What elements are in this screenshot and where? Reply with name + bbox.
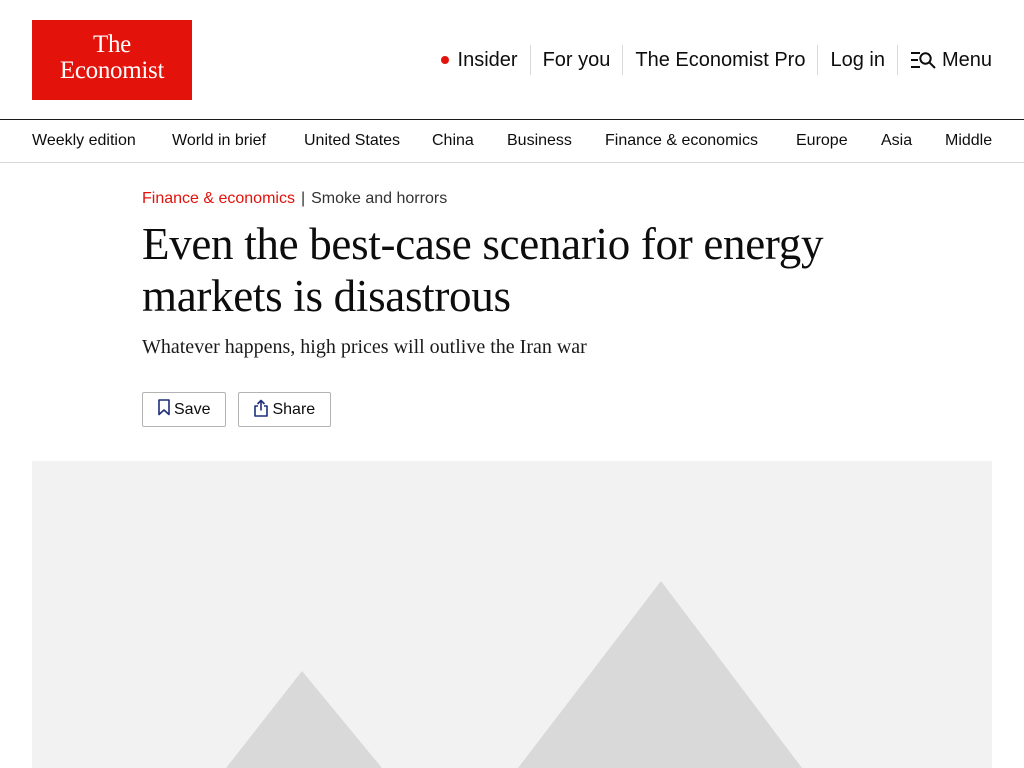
article-header: Finance & economics | Smoke and horrors Ev… — [142, 188, 842, 360]
for-you-link[interactable]: For you — [531, 44, 623, 76]
share-label: Share — [272, 400, 316, 418]
article-actions: Save Share — [142, 392, 343, 427]
logo-line-1: The — [93, 31, 131, 58]
rubric-separator: | — [300, 190, 306, 207]
save-label: Save — [174, 400, 211, 418]
menu-button[interactable]: Menu — [898, 44, 992, 76]
section-navigation: Weekly edition World in brief United Sta… — [0, 120, 1024, 163]
section-finance-economics[interactable]: Finance & economics — [605, 132, 758, 150]
insider-label: Insider — [457, 48, 518, 71]
share-icon — [253, 399, 269, 417]
image-placeholder-icon — [226, 581, 802, 768]
save-button[interactable]: Save — [142, 392, 227, 427]
economist-logo[interactable]: The Economist — [32, 20, 192, 100]
bookmark-icon — [157, 399, 171, 416]
section-business[interactable]: Business — [507, 132, 572, 150]
rubric-text: Smoke and horrors — [311, 190, 448, 207]
section-weekly-edition[interactable]: Weekly edition — [32, 132, 136, 150]
logo-line-2: Economist — [59, 57, 165, 84]
article-standfirst: Whatever happens, high prices will outli… — [142, 336, 587, 358]
log-in-label: Log in — [830, 48, 885, 71]
menu-label: Menu — [941, 48, 992, 71]
article-headline: Even the best-case scenario for energy m… — [142, 219, 824, 321]
share-button[interactable]: Share — [238, 392, 332, 427]
section-world-in-brief[interactable]: World in brief — [172, 132, 266, 150]
live-dot-icon — [440, 56, 449, 64]
article-rubric: Finance & economics | Smoke and horrors — [142, 188, 842, 210]
top-navigation: Insider For you The Economist Pro Log in — [429, 44, 992, 76]
for-you-label: For you — [542, 48, 611, 71]
menu-search-icon — [910, 51, 936, 69]
section-europe[interactable]: Europe — [796, 132, 848, 150]
section-china[interactable]: China — [432, 132, 474, 150]
log-in-link[interactable]: Log in — [818, 44, 897, 76]
insider-link[interactable]: Insider — [429, 44, 530, 76]
section-asia[interactable]: Asia — [881, 132, 912, 150]
site-header: The Economist Insider For you The Econom… — [0, 0, 1024, 120]
economist-pro-link[interactable]: The Economist Pro — [623, 44, 817, 76]
section-link[interactable]: Finance & economics — [142, 190, 295, 207]
hero-image-placeholder — [32, 461, 992, 768]
section-middle-east[interactable]: Middle — [945, 132, 992, 150]
economist-pro-label: The Economist Pro — [635, 48, 806, 71]
section-united-states[interactable]: United States — [304, 132, 400, 150]
